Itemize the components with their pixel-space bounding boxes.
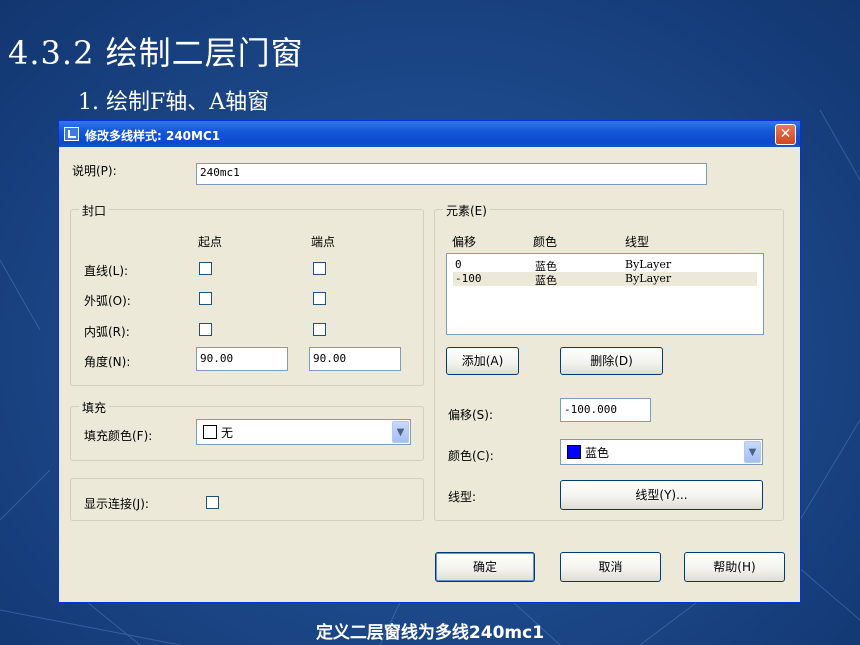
slide-subtitle: 1. 绘制F轴、A轴窗: [78, 90, 270, 115]
close-button[interactable]: ✕: [775, 124, 796, 145]
caps-group-title: 封口: [79, 202, 110, 219]
close-icon: ✕: [779, 126, 792, 142]
display-joints-label: 显示连接(J):: [84, 497, 149, 511]
element-offset-label: 偏移(S):: [448, 408, 494, 422]
element-linetype: ByLayer: [625, 272, 672, 285]
element-offset-input[interactable]: -100.000: [560, 398, 651, 422]
element-color-label: 颜色(C):: [448, 449, 494, 463]
dialog-title: 修改多线样式: 240MC1: [85, 129, 221, 143]
slide-title: 4.3.2 绘制二层门窗: [8, 34, 304, 72]
cap-outer-arc-end-checkbox[interactable]: [313, 292, 326, 305]
cancel-button[interactable]: 取消: [560, 552, 661, 582]
cap-line-label: 直线(L):: [84, 264, 129, 278]
autocad-app-icon: [64, 127, 79, 141]
help-button[interactable]: 帮助(H): [684, 552, 785, 582]
element-linetype-label: 线型:: [448, 490, 477, 504]
fill-color-select[interactable]: 无 ▼: [196, 419, 411, 445]
element-linetype: ByLayer: [625, 258, 672, 271]
elements-list[interactable]: 0 蓝色 ByLayer -100 蓝色 ByLayer: [446, 253, 764, 335]
linetype-button[interactable]: 线型(Y)...: [560, 480, 763, 510]
delete-element-button[interactable]: 删除(D): [560, 347, 663, 375]
elements-group-title: 元素(E): [443, 202, 490, 219]
element-offset: 0: [455, 258, 462, 271]
add-element-button[interactable]: 添加(A): [446, 347, 519, 375]
chevron-down-icon[interactable]: ▼: [392, 421, 409, 443]
description-input[interactable]: 240mc1: [196, 163, 707, 185]
element-color-value: 蓝色: [585, 446, 610, 460]
cap-angle-label: 角度(N):: [84, 355, 131, 369]
caps-start-header: 起点: [198, 235, 223, 249]
cap-outer-arc-start-checkbox[interactable]: [199, 292, 212, 305]
modify-mline-style-dialog: 修改多线样式: 240MC1 ✕ 说明(P): 240mc1 封口 起点 端点 …: [58, 120, 801, 603]
cap-start-angle-input[interactable]: 90.00: [196, 347, 288, 371]
caps-end-header: 端点: [311, 235, 336, 249]
fill-color-value: 无: [221, 426, 234, 440]
fill-color-swatch: [203, 425, 217, 439]
chevron-down-icon[interactable]: ▼: [744, 441, 761, 463]
ok-button[interactable]: 确定: [435, 552, 535, 582]
cap-line-end-checkbox[interactable]: [313, 262, 326, 275]
cap-outer-arc-label: 外弧(O):: [84, 294, 131, 308]
element-color: 蓝色: [535, 274, 557, 287]
dialog-titlebar[interactable]: 修改多线样式: 240MC1 ✕: [59, 121, 800, 147]
fill-group-title: 填充: [79, 399, 110, 416]
elements-col-linetype: 线型: [625, 235, 650, 249]
elements-col-color: 颜色: [533, 235, 558, 249]
fill-color-label: 填充颜色(F):: [84, 429, 153, 443]
cap-line-start-checkbox[interactable]: [199, 262, 212, 275]
element-offset: -100: [455, 272, 482, 285]
list-item[interactable]: 0 蓝色 ByLayer: [453, 258, 757, 273]
cap-inner-arc-end-checkbox[interactable]: [313, 323, 326, 336]
elements-col-offset: 偏移: [452, 235, 477, 249]
element-color-swatch: [567, 445, 581, 459]
display-joints-checkbox[interactable]: [206, 496, 219, 509]
slide-caption: 定义二层窗线为多线240mc1: [315, 623, 545, 643]
element-color-select[interactable]: 蓝色 ▼: [560, 439, 763, 465]
description-label: 说明(P):: [72, 164, 117, 178]
cap-inner-arc-label: 内弧(R):: [84, 325, 130, 339]
list-item[interactable]: -100 蓝色 ByLayer: [453, 272, 757, 287]
cap-end-angle-input[interactable]: 90.00: [309, 347, 401, 371]
cap-inner-arc-start-checkbox[interactable]: [199, 323, 212, 336]
